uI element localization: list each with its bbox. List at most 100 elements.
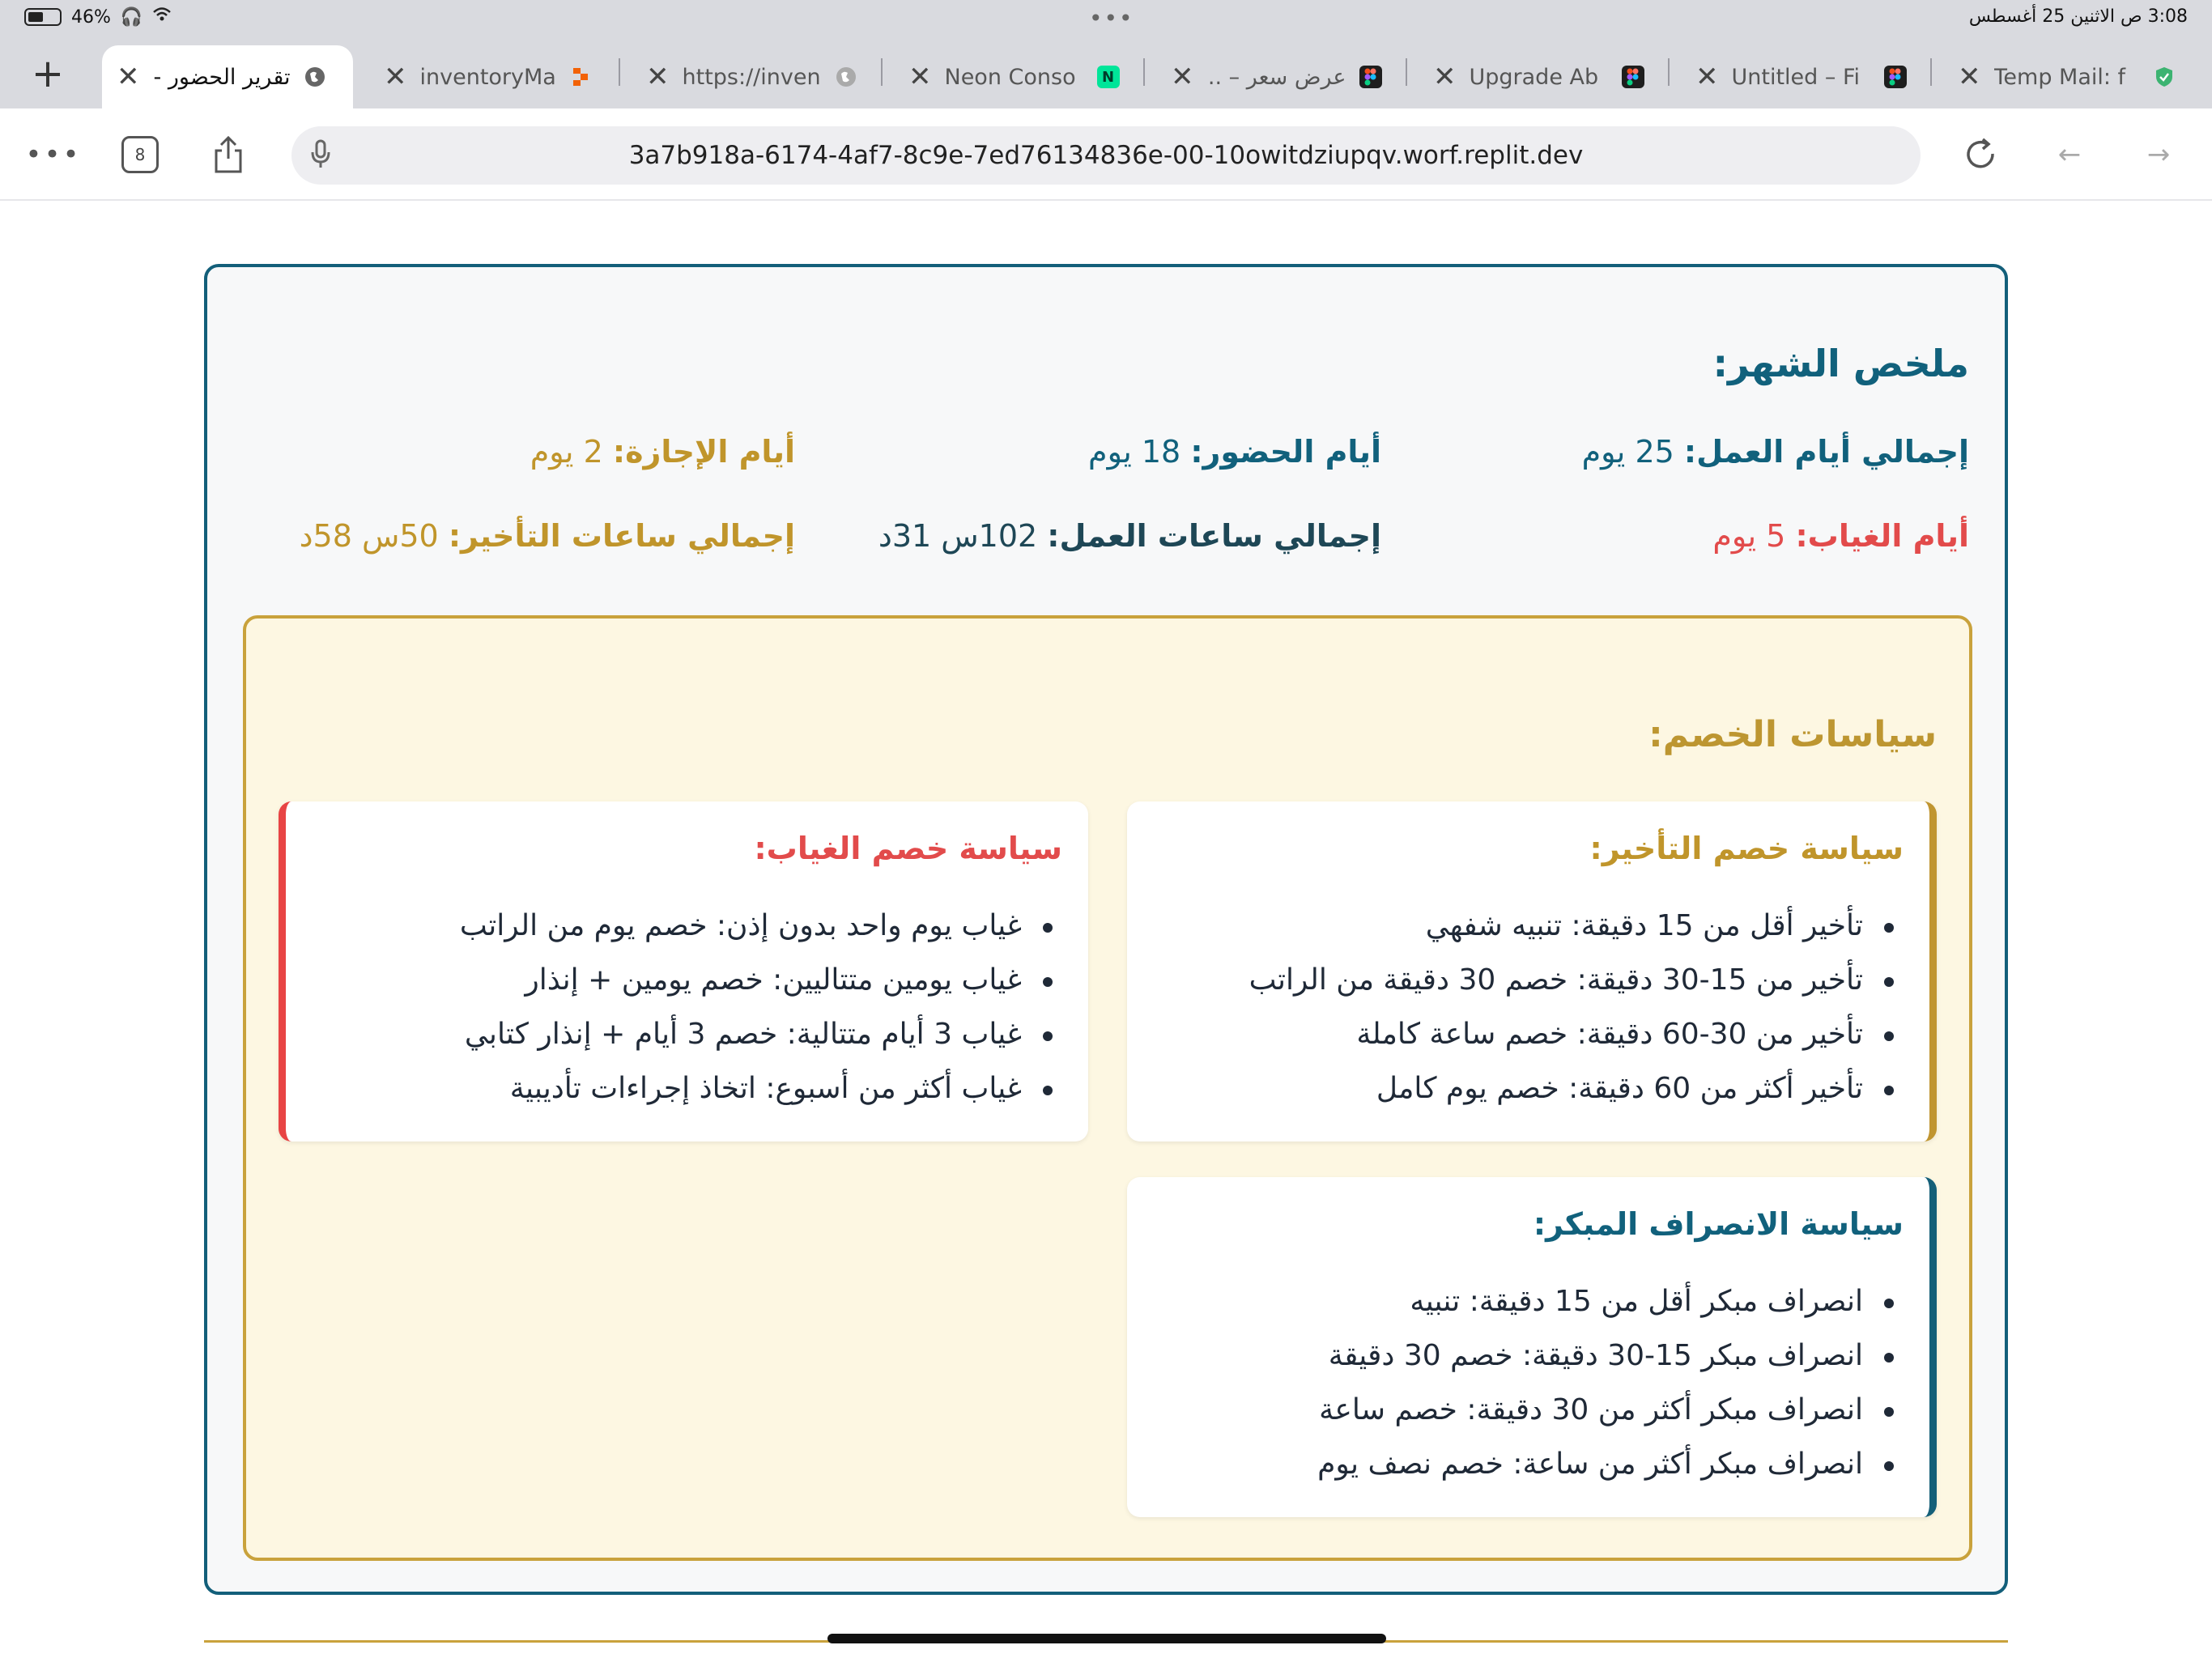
late-policy-title: سياسة خصم التأخير: <box>1589 831 1904 866</box>
stat-label: إجمالي ساعات العمل: <box>1047 518 1381 554</box>
close-tab-icon[interactable]: ✕ <box>384 61 407 93</box>
stat-value: 5 يوم <box>1712 518 1786 554</box>
list-item: انصراف مبكر أكثر من ساعة: خصم نصف يوم <box>1317 1437 1897 1491</box>
stat-label: أيام الغياب: <box>1795 518 1969 554</box>
deduction-policies-panel: سياسات الخصم: سياسة خصم التأخير: تأخير أ… <box>243 615 1972 1561</box>
reload-icon[interactable] <box>1956 134 2005 175</box>
list-item: غياب يوم واحد بدون إذن: خصم يوم من الرات… <box>460 899 1056 953</box>
stat-attendance-days: أيام الحضور: 18 يوم <box>1088 434 1381 470</box>
close-tab-icon[interactable]: ✕ <box>1433 61 1457 93</box>
more-options-button[interactable]: ••• <box>25 134 79 175</box>
tab-label: تقرير الحضور - <box>153 64 291 90</box>
absence-policy-title: سياسة خصم الغياب: <box>754 831 1062 866</box>
summary-title: ملخص الشهر: <box>1712 342 1969 385</box>
stat-absence-days: أيام الغياب: 5 يوم <box>1712 518 1969 554</box>
multitasking-dots[interactable]: ••• <box>1089 5 1134 32</box>
tab-neon-console[interactable]: ✕ Neon Conso N <box>894 45 1145 108</box>
neon-icon: N <box>1096 66 1120 88</box>
status-bar: 46% 🎧 ••• 3:08 ص الاثنين 25 أغسطس <box>0 0 2212 39</box>
list-item: انصراف مبكر أقل من 15 دقيقة: تنبيه <box>1317 1274 1897 1329</box>
tab-label: Neon Conso <box>944 64 1076 90</box>
close-tab-icon[interactable]: ✕ <box>908 61 932 93</box>
tab-separator <box>1143 58 1145 86</box>
tab-label: Untitled – Fi <box>1731 64 1861 90</box>
battery-percent: 46% <box>71 6 111 28</box>
close-tab-icon[interactable]: ✕ <box>1171 61 1194 93</box>
list-item: تأخير من 30-60 دقيقة: خصم ساعة كاملة <box>1249 1007 1897 1061</box>
late-policy-list: تأخير أقل من 15 دقيقة: تنبيه شفهي تأخير … <box>1249 899 1897 1116</box>
attendance-report-card: ملخص الشهر: إجمالي أيام العمل: 25 يوم أي… <box>204 264 2008 1595</box>
early-leave-policy-card: سياسة الانصراف المبكر: انصراف مبكر أقل م… <box>1127 1177 1937 1517</box>
tab-label: عرض سعر – .. <box>1207 64 1346 90</box>
figma-icon <box>1621 66 1644 88</box>
tab-separator <box>619 58 620 86</box>
globe-icon <box>304 66 326 88</box>
list-item: تأخير أقل من 15 دقيقة: تنبيه شفهي <box>1249 899 1897 953</box>
close-tab-icon[interactable]: ✕ <box>1958 61 1981 93</box>
tab-bar: + ✕ تقرير الحضور - ✕ inventoryMa ✕ https… <box>0 39 2212 108</box>
stat-label: إجمالي ساعات التأخير: <box>448 518 795 554</box>
figma-icon <box>1359 66 1382 88</box>
tab-label: Temp Mail: f <box>1993 64 2126 90</box>
back-arrow-icon[interactable]: ← <box>2045 134 2094 175</box>
headphones-icon: 🎧 <box>120 6 143 28</box>
tab-label: Upgrade Ab <box>1469 64 1599 90</box>
share-icon[interactable] <box>206 134 251 175</box>
forward-arrow-icon[interactable]: → <box>2134 134 2183 175</box>
policies-title: سياسات الخصم: <box>1648 714 1937 755</box>
tab-price-quote[interactable]: ✕ عرض سعر – .. <box>1156 45 1407 108</box>
stat-label: أيام الحضور: <box>1190 434 1381 470</box>
list-item: انصراف مبكر 15-30 دقيقة: خصم 30 دقيقة <box>1317 1329 1897 1383</box>
replit-icon <box>569 66 592 88</box>
stat-value: 2 يوم <box>530 434 603 470</box>
tab-untitled[interactable]: ✕ Untitled – Fi <box>1681 45 1932 108</box>
close-tab-icon[interactable]: ✕ <box>117 61 140 93</box>
status-datetime: 3:08 ص الاثنين 25 أغسطس <box>1968 6 2188 27</box>
new-tab-button[interactable]: + <box>18 49 78 99</box>
tab-separator <box>881 58 883 86</box>
tab-overview-button[interactable]: 8 <box>121 136 159 173</box>
stat-leave-days: أيام الإجازة: 2 يوم <box>530 434 795 470</box>
tab-label: https://inven <box>682 64 821 90</box>
stat-label: أيام الإجازة: <box>612 434 795 470</box>
address-bar: ••• 8 3a7b918a-6174-4af7-8c9e-7ed7613483… <box>0 108 2212 201</box>
stat-total-late-hours: إجمالي ساعات التأخير: 50س 58د <box>300 518 795 554</box>
tab-separator <box>1406 58 1407 86</box>
globe-icon <box>835 66 857 88</box>
stat-value: 18 يوم <box>1088 434 1181 470</box>
close-tab-icon[interactable]: ✕ <box>1695 61 1719 93</box>
tab-temp-mail[interactable]: ✕ Temp Mail: f <box>1943 45 2194 108</box>
wifi-icon <box>152 6 172 28</box>
url-field[interactable]: 3a7b918a-6174-4af7-8c9e-7ed76134836e-00-… <box>291 126 1921 185</box>
home-indicator[interactable] <box>827 1634 1386 1643</box>
shield-icon <box>2153 66 2176 88</box>
list-item: انصراف مبكر أكثر من 30 دقيقة: خصم ساعة <box>1317 1383 1897 1437</box>
stat-value: 102س 31د <box>878 518 1038 554</box>
close-tab-icon[interactable]: ✕ <box>646 61 670 93</box>
stat-total-work-days: إجمالي أيام العمل: 25 يوم <box>1582 434 1969 470</box>
tab-label: inventoryMa <box>419 64 556 90</box>
early-leave-policy-list: انصراف مبكر أقل من 15 دقيقة: تنبيه انصرا… <box>1317 1274 1897 1491</box>
absence-policy-card: سياسة خصم الغياب: غياب يوم واحد بدون إذن… <box>279 801 1088 1141</box>
status-left: 46% 🎧 <box>24 6 172 28</box>
absence-policy-list: غياب يوم واحد بدون إذن: خصم يوم من الرات… <box>460 899 1056 1116</box>
stat-total-work-hours: إجمالي ساعات العمل: 102س 31د <box>878 518 1381 554</box>
tab-attendance-report[interactable]: ✕ تقرير الحضور - <box>102 45 353 108</box>
stat-value: 25 يوم <box>1581 434 1674 470</box>
tab-inven-url[interactable]: ✕ https://inven <box>632 45 883 108</box>
stat-label: إجمالي أيام العمل: <box>1683 434 1969 470</box>
tab-separator <box>1930 58 1932 86</box>
battery-icon <box>24 8 62 26</box>
list-item: تأخير أكثر من 60 دقيقة: خصم يوم كامل <box>1249 1061 1897 1116</box>
url-text: 3a7b918a-6174-4af7-8c9e-7ed76134836e-00-… <box>628 141 1584 170</box>
list-item: غياب يومين متتاليين: خصم يومين + إنذار <box>460 953 1056 1007</box>
tab-upgrade[interactable]: ✕ Upgrade Ab <box>1419 45 1670 108</box>
list-item: غياب 3 أيام متتالية: خصم 3 أيام + إنذار … <box>460 1007 1056 1061</box>
list-item: تأخير من 15-30 دقيقة: خصم 30 دقيقة من ال… <box>1249 953 1897 1007</box>
late-policy-card: سياسة خصم التأخير: تأخير أقل من 15 دقيقة… <box>1127 801 1937 1141</box>
tab-separator <box>1668 58 1670 86</box>
list-item: غياب أكثر من أسبوع: اتخاذ إجراءات تأديبي… <box>460 1061 1056 1116</box>
stat-value: 50س 58د <box>299 518 439 554</box>
early-leave-policy-title: سياسة الانصراف المبكر: <box>1533 1206 1904 1242</box>
tab-inventory[interactable]: ✕ inventoryMa <box>369 45 620 108</box>
